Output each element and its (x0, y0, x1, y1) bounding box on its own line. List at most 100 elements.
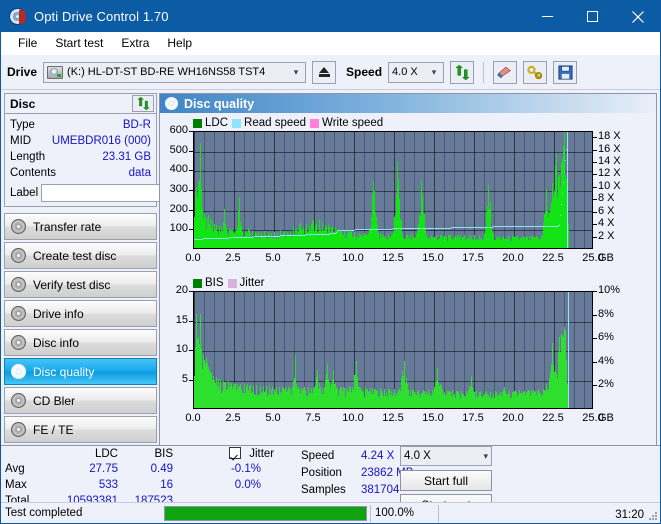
data-bar (456, 390, 457, 408)
window-controls (525, 1, 660, 32)
data-bar (445, 235, 446, 248)
erase-button[interactable] (493, 60, 518, 84)
eject-button[interactable] (312, 60, 337, 84)
disc-icon (11, 219, 26, 234)
save-button[interactable] (553, 60, 578, 84)
tick-mark (189, 229, 193, 230)
data-bar (327, 363, 328, 408)
data-bar (247, 384, 248, 408)
read-speed-line (557, 226, 558, 227)
drive-select-value: (K:) HL-DT-ST BD-RE WH16NS58 TST4 (67, 66, 266, 78)
read-speed-spike (567, 132, 568, 248)
data-bar (316, 224, 317, 248)
disc-icon (11, 277, 26, 292)
data-bar (479, 235, 480, 248)
data-bar (407, 234, 408, 248)
read-speed-line (253, 237, 254, 238)
minimize-button[interactable] (525, 1, 570, 32)
y2-axis-tick: 12 X (598, 167, 621, 180)
y2-axis-tick: 2% (598, 378, 614, 391)
disc-row-key: Contents (10, 167, 57, 179)
data-bar (341, 230, 342, 248)
position-stat-label: Position (301, 467, 342, 479)
sidebar-item-cd-bler[interactable]: CD Bler (4, 387, 157, 414)
app-window: Opti Drive Control 1.70 File Start test … (0, 0, 661, 524)
start-full-button[interactable]: Start full (400, 470, 492, 491)
data-bar (561, 334, 562, 408)
data-bar (394, 388, 395, 408)
chevron-down-icon: ▾ (483, 450, 488, 461)
tick-mark (189, 350, 193, 351)
tick-mark (189, 190, 193, 191)
data-bar (240, 384, 241, 408)
legend-swatch (310, 118, 320, 128)
disc-icon (11, 306, 26, 321)
data-bar (304, 386, 305, 408)
disc-row-value: UMEBDR016 (000) (51, 135, 151, 147)
speed-select[interactable]: 4.0 X ▾ (388, 61, 445, 83)
legend-item: Write speed (310, 117, 383, 129)
data-bar (206, 357, 207, 408)
menu-start-test[interactable]: Start test (46, 34, 112, 52)
sidebar-item-fe-te[interactable]: FE / TE (4, 416, 157, 443)
data-bar (484, 235, 485, 248)
data-bar (208, 214, 209, 248)
data-bar (317, 369, 318, 408)
data-bar (442, 390, 443, 408)
tick-mark (593, 385, 597, 386)
tick-mark (593, 212, 597, 213)
grid-line-minor (584, 292, 585, 408)
tick-mark (189, 131, 193, 132)
data-bar (412, 234, 413, 248)
data-bar (245, 231, 246, 248)
disc-refresh-button[interactable] (132, 95, 154, 112)
menu-help[interactable]: Help (158, 34, 201, 52)
menu-file[interactable]: File (9, 34, 46, 52)
data-bar (375, 388, 376, 408)
legend-item: Jitter (227, 277, 264, 289)
data-bar (271, 232, 272, 248)
data-bar (388, 233, 389, 248)
data-bar (266, 386, 267, 408)
data-bar (296, 229, 297, 248)
y2-axis-tick: 4% (598, 354, 614, 367)
speed-stat-label: Speed (301, 450, 335, 462)
data-bar (228, 381, 229, 408)
data-bar (352, 387, 353, 408)
read-speed-line (354, 230, 355, 231)
data-bar (464, 235, 465, 248)
sidebar-item-disc-quality[interactable]: Disc quality (4, 358, 157, 385)
drive-select[interactable]: (K:) HL-DT-ST BD-RE WH16NS58 TST4 ▾ (43, 61, 307, 83)
test-speed-value: 4.0 X (404, 450, 431, 462)
test-speed-select[interactable]: 4.0 X ▾ (400, 446, 492, 466)
data-bar (418, 389, 419, 408)
grid-line (194, 322, 592, 323)
stats-row-jitter: 0.0% (234, 479, 261, 491)
refresh-button[interactable] (450, 60, 475, 84)
maximize-button[interactable] (570, 1, 615, 32)
sidebar-item-create-test-disc[interactable]: Create test disc (4, 242, 157, 269)
jitter-checkbox[interactable]: Jitter (229, 447, 274, 460)
sidebar-item-drive-info[interactable]: Drive info (4, 300, 157, 327)
data-bar (209, 369, 210, 408)
sidebar-item-transfer-rate[interactable]: Transfer rate (4, 213, 157, 240)
x-axis-tick: 5.0 (265, 252, 281, 264)
sidebar-item-disc-info[interactable]: Disc info (4, 329, 157, 356)
data-bar (256, 385, 257, 408)
resize-grip-icon[interactable] (648, 511, 658, 521)
close-button[interactable] (615, 1, 660, 32)
data-bar (549, 212, 550, 248)
grid-line-minor (254, 292, 255, 408)
sidebar-item-label: Drive info (33, 306, 84, 321)
data-bar (301, 387, 302, 408)
stats-row-jitter: -0.1% (230, 463, 261, 475)
data-bar (276, 386, 277, 408)
tick-mark (593, 174, 597, 175)
data-bar (527, 236, 528, 248)
key-button[interactable] (523, 60, 548, 84)
data-bar (543, 388, 544, 408)
data-bar (196, 313, 197, 408)
menu-extra[interactable]: Extra (112, 34, 158, 52)
main-body: Disc Type BD-R MID UMEBDR016 (000) Lengt… (1, 90, 660, 523)
sidebar-item-verify-test-disc[interactable]: Verify test disc (4, 271, 157, 298)
